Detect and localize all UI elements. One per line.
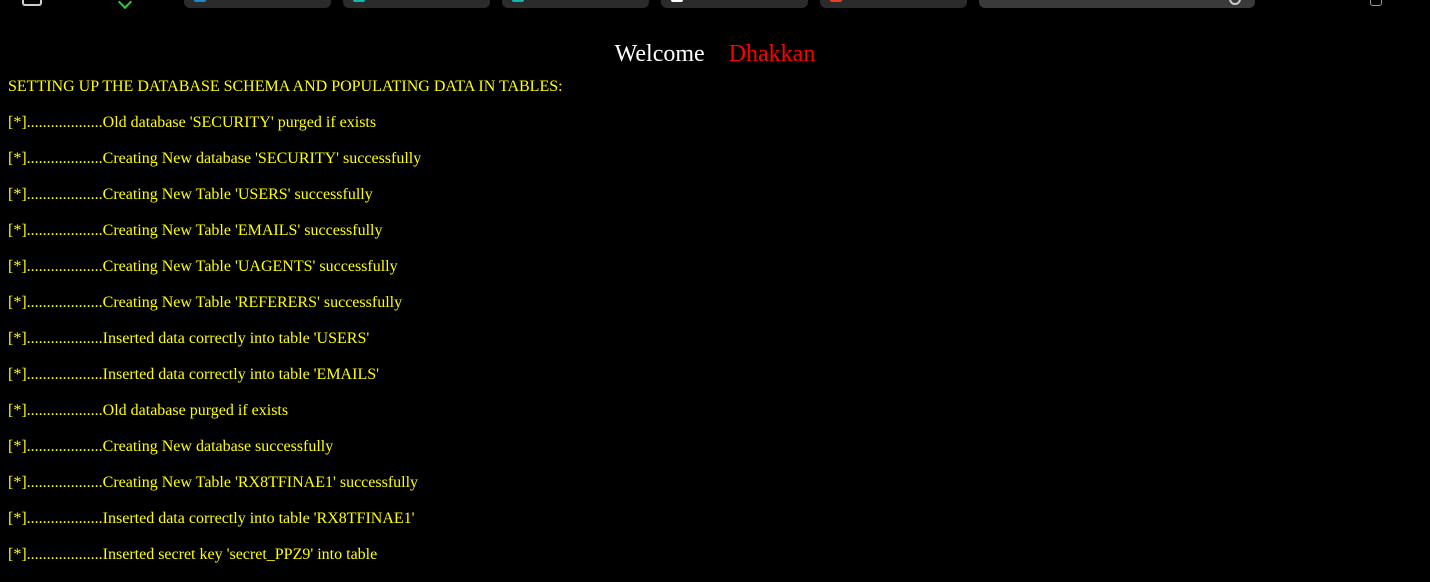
user-name: Dhakkan xyxy=(728,41,816,67)
log-line: [*]...................Inserted secret ke… xyxy=(8,546,378,563)
log-line: [*]...................Creating New Table… xyxy=(8,474,419,491)
log-line: [*]...................Inserted data corr… xyxy=(8,510,415,527)
address-bar[interactable] xyxy=(979,0,1255,8)
welcome-text: Welcome xyxy=(614,41,705,67)
log-line: [*]...................Creating New Table… xyxy=(8,258,398,275)
welcome-banner: Welcome Dhakkan xyxy=(0,40,1430,68)
browser-tab-2[interactable] xyxy=(343,0,490,8)
browser-tab-3[interactable] xyxy=(502,0,649,8)
tab-favicon-icon xyxy=(671,0,683,2)
log-line: [*]...................Creating New Table… xyxy=(8,222,383,239)
sidebar-icon[interactable] xyxy=(22,0,42,6)
log-line: [*]...................Creating New datab… xyxy=(8,438,334,455)
browser-tab-4[interactable] xyxy=(661,0,808,8)
shield-icon[interactable] xyxy=(117,0,133,10)
log-line: [*]...................Creating New datab… xyxy=(8,150,422,167)
log-line: [*]...................Inserted data corr… xyxy=(8,330,370,347)
setup-log: SETTING UP THE DATABASE SCHEMA AND POPUL… xyxy=(8,78,563,564)
reload-icon[interactable] xyxy=(1229,0,1241,5)
copy-icon[interactable] xyxy=(1370,0,1382,6)
browser-tab-1[interactable] xyxy=(184,0,331,8)
tab-favicon-icon xyxy=(512,0,524,2)
log-line: [*]...................Old database purge… xyxy=(8,402,289,419)
log-line: [*]...................Inserted data corr… xyxy=(8,366,379,383)
tab-favicon-icon xyxy=(194,0,206,2)
log-line: [*]...................Creating New Table… xyxy=(8,186,373,203)
log-heading: SETTING UP THE DATABASE SCHEMA AND POPUL… xyxy=(8,78,563,95)
browser-toolbar xyxy=(0,0,1430,10)
browser-tab-5[interactable] xyxy=(820,0,967,8)
log-line: [*]...................Creating New Table… xyxy=(8,294,403,311)
log-line: [*]...................Old database 'SECU… xyxy=(8,114,377,131)
tab-favicon-icon xyxy=(830,0,842,2)
tab-favicon-icon xyxy=(353,0,365,2)
